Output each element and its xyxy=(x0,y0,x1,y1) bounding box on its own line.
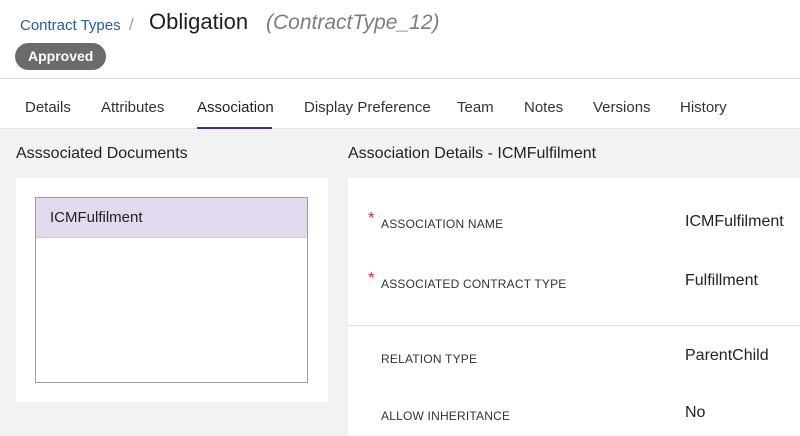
association-details-title: Association Details - ICMFulfilment xyxy=(348,145,597,162)
tab-notes[interactable]: Notes xyxy=(524,99,563,116)
associated-contract-type-value: Fulfillment xyxy=(685,272,758,289)
associated-documents-title: Asssociated Documents xyxy=(16,145,188,162)
association-details-panel: * ASSOCIATION NAME ICMFulfilment * ASSOC… xyxy=(348,178,800,436)
page-title: Obligation xyxy=(149,9,249,34)
tab-attributes[interactable]: Attributes xyxy=(101,99,164,116)
tab-association[interactable]: Association xyxy=(197,99,274,116)
allow-inheritance-value: No xyxy=(685,404,706,421)
tab-display-preference[interactable]: Display Preference xyxy=(304,99,431,116)
required-marker: * xyxy=(368,270,375,287)
relation-type-label: RELATION TYPE xyxy=(381,352,478,366)
required-marker: * xyxy=(368,210,375,227)
main-content: Asssociated Documents ICMFulfilment Asso… xyxy=(0,129,800,436)
page-header: Contract Types / Obligation (ContractTyp… xyxy=(0,0,800,78)
tab-history[interactable]: History xyxy=(680,99,727,116)
section-divider xyxy=(348,325,800,326)
tab-versions[interactable]: Versions xyxy=(593,99,651,116)
breadcrumb-separator: / xyxy=(129,15,134,34)
allow-inheritance-label: ALLOW INHERITANCE xyxy=(381,409,511,423)
tab-team[interactable]: Team xyxy=(457,99,494,116)
association-name-value: ICMFulfilment xyxy=(685,213,784,230)
associated-contract-type-label: ASSOCIATED CONTRACT TYPE xyxy=(381,277,567,291)
list-item[interactable]: ICMFulfilment xyxy=(36,198,307,238)
tab-bar: Details Attributes Association Display P… xyxy=(0,78,800,130)
associated-documents-panel: ICMFulfilment xyxy=(16,178,328,402)
association-name-label: ASSOCIATION NAME xyxy=(381,217,504,231)
status-badge: Approved xyxy=(15,43,107,70)
associated-documents-list[interactable]: ICMFulfilment xyxy=(35,197,308,383)
page-subtitle: (ContractType_12) xyxy=(266,11,440,34)
tab-details[interactable]: Details xyxy=(25,99,71,116)
breadcrumb-contract-types-link[interactable]: Contract Types xyxy=(20,17,121,34)
relation-type-value: ParentChild xyxy=(685,347,769,364)
